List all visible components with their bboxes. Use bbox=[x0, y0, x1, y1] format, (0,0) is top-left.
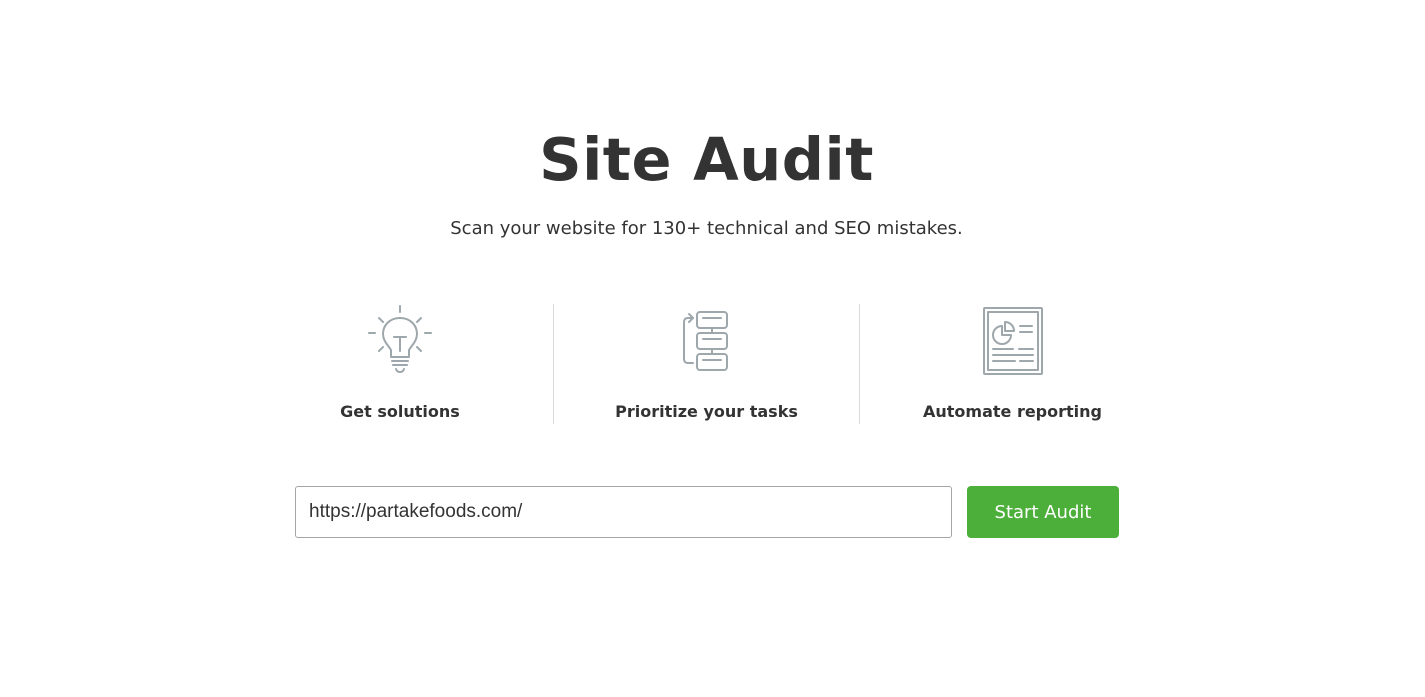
feature-label: Get solutions bbox=[340, 402, 460, 421]
report-document-icon bbox=[978, 304, 1048, 378]
task-flow-icon bbox=[672, 304, 742, 378]
feature-label: Prioritize your tasks bbox=[615, 402, 798, 421]
site-audit-page: Site Audit Scan your website for 130+ te… bbox=[0, 0, 1425, 697]
feature-get-solutions: Get solutions bbox=[247, 304, 553, 424]
feature-prioritize-tasks: Prioritize your tasks bbox=[553, 304, 859, 424]
feature-list: Get solutions Prioritize your tasks Auto… bbox=[247, 304, 1167, 424]
feature-automate-reporting: Automate reporting bbox=[859, 304, 1165, 424]
page-title: Site Audit bbox=[539, 125, 874, 194]
lightbulb-icon bbox=[365, 304, 435, 378]
page-subtitle: Scan your website for 130+ technical and… bbox=[450, 218, 963, 239]
start-audit-button[interactable]: Start Audit bbox=[967, 486, 1119, 538]
feature-label: Automate reporting bbox=[922, 402, 1102, 421]
url-input[interactable] bbox=[295, 486, 952, 538]
